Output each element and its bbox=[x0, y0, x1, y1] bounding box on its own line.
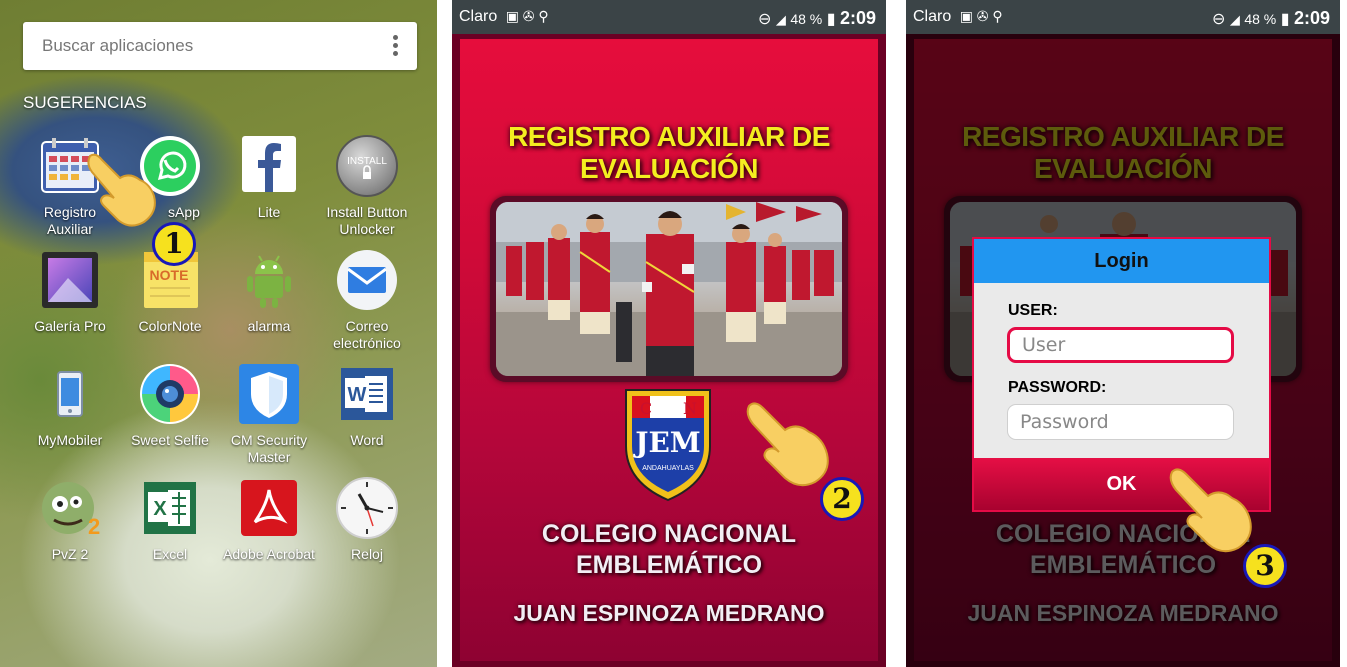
word-icon-text: W bbox=[348, 384, 367, 406]
clock: 2:09 bbox=[1293, 8, 1330, 28]
app-galeria-pro[interactable]: Galería Pro bbox=[21, 248, 119, 335]
carrier-label: Claro bbox=[459, 8, 498, 25]
more-options-icon[interactable] bbox=[393, 35, 399, 57]
app-sweet-selfie[interactable]: Sweet Selfie bbox=[121, 362, 219, 449]
phone-icon bbox=[38, 362, 102, 426]
carrier-label: Claro bbox=[913, 8, 952, 25]
app-label: MyMobiler bbox=[37, 432, 103, 448]
login-dialog-title: Login bbox=[974, 239, 1269, 283]
notification-icons: ▣ ✇ ⚲ bbox=[959, 8, 1003, 24]
status-left: Claro ▣ ✇ ⚲ bbox=[913, 8, 1003, 26]
suggestions-heading: SUGERENCIAS bbox=[23, 93, 147, 112]
app-label: Excel bbox=[152, 546, 188, 562]
pointing-hand-icon bbox=[745, 400, 837, 495]
app-label: ColorNote bbox=[138, 318, 202, 334]
status-bar: Claro ▣ ✇ ⚲ ⊖ ◢ 48 % ▮ 2:09 bbox=[906, 0, 1340, 34]
app-pvz2[interactable]: 2 PvZ 2 bbox=[21, 476, 119, 563]
app-install-button-unlocker[interactable]: INSTALL Install Button Unlocker bbox=[318, 134, 416, 238]
status-right: ⊖ ◢ 48 % ▮ 2:09 bbox=[1212, 8, 1330, 29]
dnd-icon: ⊖ bbox=[1212, 11, 1226, 28]
school-line2: EMBLEMÁTICO bbox=[575, 551, 763, 579]
pointing-hand-icon bbox=[1168, 466, 1260, 561]
user-label: USER: bbox=[1008, 302, 1058, 319]
school-name: JUAN ESPINOZA MEDRANO bbox=[513, 600, 825, 626]
app-label: Reloj bbox=[351, 546, 383, 562]
app-cm-security[interactable]: CM Security Master bbox=[220, 362, 318, 466]
note-icon-text: NOTE bbox=[150, 267, 189, 283]
notification-icons: ▣ ✇ ⚲ bbox=[505, 8, 549, 24]
app-splash-screen: Claro ▣ ✇ ⚲ ⊖ ◢ 48 % ▮ 2:09 REGISTRO AUX… bbox=[452, 0, 886, 667]
shield-icon bbox=[237, 362, 301, 426]
battery-percent: 48 % bbox=[1244, 11, 1277, 27]
app-facebook-lite[interactable]: Lite bbox=[220, 134, 318, 221]
app-label: Correo electrónico bbox=[333, 318, 401, 351]
facebook-icon bbox=[237, 134, 301, 198]
app-label: PvZ 2 bbox=[51, 546, 89, 562]
signal-icon: ◢ bbox=[775, 12, 786, 27]
app-label: Word bbox=[350, 432, 384, 448]
battery-icon: ▮ bbox=[1280, 11, 1290, 28]
app-label: CM Security Master bbox=[230, 432, 308, 465]
password-label: PASSWORD: bbox=[1008, 379, 1107, 396]
app-label: alarma bbox=[247, 318, 291, 334]
status-right: ⊖ ◢ 48 % ▮ 2:09 bbox=[758, 8, 876, 29]
app-reloj[interactable]: Reloj bbox=[318, 476, 416, 563]
pointing-hand-icon bbox=[84, 150, 164, 235]
camera-icon bbox=[138, 362, 202, 426]
gallery-icon bbox=[38, 248, 102, 312]
parade-photo bbox=[496, 202, 842, 376]
school-crest: C N JEM ANDAHUAYLAS bbox=[620, 386, 716, 504]
school-line1: COLEGIO NACIONAL bbox=[541, 520, 797, 548]
user-input[interactable]: User bbox=[1007, 327, 1234, 363]
app-adobe-acrobat[interactable]: Adobe Acrobat bbox=[220, 476, 318, 563]
crest-main: JEM bbox=[632, 426, 701, 459]
app-label: Galería Pro bbox=[34, 318, 106, 334]
excel-icon: X bbox=[138, 476, 202, 540]
clock-icon bbox=[335, 476, 399, 540]
step-badge-2: 2 bbox=[820, 477, 864, 521]
crest-letter-c: C bbox=[640, 399, 652, 418]
zombie-icon: 2 bbox=[38, 476, 102, 540]
install-icon: INSTALL bbox=[335, 134, 399, 198]
battery-icon: ▮ bbox=[826, 11, 836, 28]
search-apps-bar[interactable]: Buscar aplicaciones bbox=[23, 22, 417, 70]
signal-icon: ◢ bbox=[1229, 12, 1240, 27]
app-label: Adobe Acrobat bbox=[223, 546, 315, 562]
app-mymobiler[interactable]: MyMobiler bbox=[21, 362, 119, 449]
app-label: Lite bbox=[257, 204, 281, 220]
app-word[interactable]: W Word bbox=[318, 362, 416, 449]
status-bar: Claro ▣ ✇ ⚲ ⊖ ◢ 48 % ▮ 2:09 bbox=[452, 0, 886, 34]
crest-letter-n: N bbox=[683, 399, 697, 418]
app-title-line2: EVALUACIÓN bbox=[579, 153, 759, 184]
search-input[interactable]: Buscar aplicaciones bbox=[42, 36, 193, 56]
app-label: Sweet Selfie bbox=[131, 432, 209, 448]
svg-text:2: 2 bbox=[88, 514, 100, 539]
android-icon bbox=[237, 248, 301, 312]
app-label: Install Button Unlocker bbox=[326, 204, 408, 237]
acrobat-icon bbox=[237, 476, 301, 540]
app-title-line1: REGISTRO AUXILIAR DE bbox=[508, 121, 830, 152]
login-screen: Claro ▣ ✇ ⚲ ⊖ ◢ 48 % ▮ 2:09 REGISTRO AUX… bbox=[906, 0, 1340, 667]
mail-icon bbox=[335, 248, 399, 312]
login-form: USER: User PASSWORD: Password bbox=[974, 283, 1269, 458]
step-badge-1: 1 bbox=[152, 222, 196, 266]
photo-frame bbox=[490, 196, 848, 382]
battery-percent: 48 % bbox=[790, 11, 823, 27]
status-left: Claro ▣ ✇ ⚲ bbox=[459, 8, 549, 26]
word-icon: W bbox=[335, 362, 399, 426]
app-alarma[interactable]: alarma bbox=[220, 248, 318, 335]
app-correo-electronico[interactable]: Correo electrónico bbox=[318, 248, 416, 352]
dnd-icon: ⊖ bbox=[758, 11, 772, 28]
excel-icon-text: X bbox=[153, 498, 167, 520]
launcher-screen: Buscar aplicaciones SUGERENCIAS Registro… bbox=[0, 0, 437, 667]
app-excel[interactable]: X Excel bbox=[121, 476, 219, 563]
password-input[interactable]: Password bbox=[1007, 404, 1234, 440]
clock: 2:09 bbox=[839, 8, 876, 28]
crest-sub: ANDAHUAYLAS bbox=[642, 465, 694, 472]
step-badge-3: 3 bbox=[1243, 544, 1287, 588]
